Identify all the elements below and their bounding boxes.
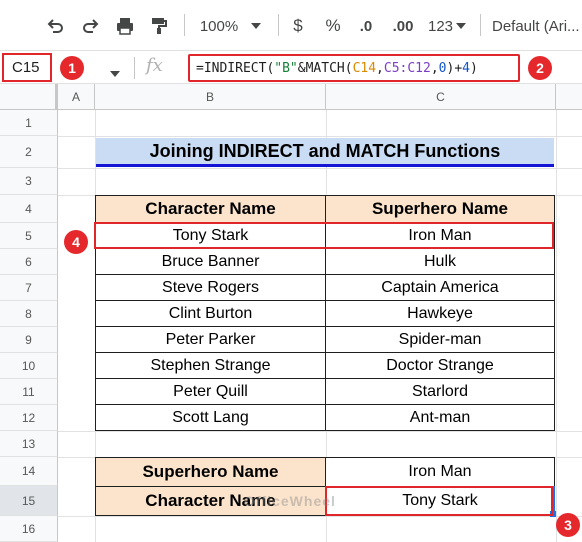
table-cell[interactable]: Scott Lang [95,404,326,431]
number-format-dropdown-icon [456,23,467,29]
table-cell[interactable]: Steve Rogers [95,274,326,301]
table-header-superhero[interactable]: Superhero Name [325,195,555,223]
badge-2: 2 [528,56,552,80]
column-header-a[interactable]: A [58,84,95,110]
row-header-15[interactable]: 15 [0,486,58,516]
gridline [58,431,582,432]
toolbar-divider [480,14,481,36]
lookup-value-superhero[interactable]: Iron Man [325,457,555,487]
row-header-11[interactable]: 11 [0,379,58,405]
badge-4: 4 [64,230,88,254]
print-icon[interactable] [112,14,138,38]
select-all-corner[interactable] [0,84,58,110]
formula-number: 0 [438,60,447,76]
fx-icon: fx [146,55,163,76]
cell-reference: C15 [12,59,40,76]
formula-input[interactable]: =INDIRECT("B" &MATCH(C14, C5:C12, 0)+ 4) [188,54,520,82]
name-box-dropdown-icon[interactable] [110,64,120,82]
currency-label: $ [293,16,303,35]
increase-decimal-label: .00 [392,17,414,35]
formula-bar: C15 1 fx =INDIRECT("B" &MATCH(C14, C5:C12,… [0,50,582,84]
formula-string: "B" [274,60,298,76]
row-header-16[interactable]: 16 [0,516,58,542]
formula-ref-range: C5:C12 [383,60,431,76]
row-header-5[interactable]: 5 [0,223,58,249]
table-cell[interactable]: Spider-man [325,326,555,353]
number-format-select[interactable]: 123 [424,14,470,38]
row-header-2[interactable]: 2 [0,136,58,168]
formula-number: 4 [462,60,470,76]
table-cell[interactable]: Bruce Banner [95,248,326,275]
table-cell[interactable]: Captain America [325,274,555,301]
formula-part: , [376,60,384,76]
undo-icon[interactable] [42,14,68,38]
table-cell[interactable]: Peter Parker [95,326,326,353]
badge-3: 3 [556,513,580,537]
toolbar-divider [184,14,185,36]
formula-ref-c14: C14 [352,60,377,76]
formula-bar-divider [134,57,135,79]
formula-part: )+ [446,60,463,76]
zoom-dropdown-icon[interactable] [248,14,264,38]
decrease-decimal-button[interactable]: .0 [354,14,378,38]
increase-decimal-button[interactable]: .00 [388,14,418,38]
gridline [58,168,582,169]
table-cell[interactable]: Stephen Strange [95,352,326,379]
table-cell[interactable]: Doctor Strange [325,352,555,379]
column-header-c[interactable]: C [326,84,556,110]
number-format-label: 123 [427,17,454,35]
toolbar-divider [278,14,279,36]
toolbar: 100% $ % .0 .00 123 Default (Ari... [0,0,582,50]
table-cell[interactable]: Peter Quill [95,378,326,405]
gridline [58,136,582,137]
row-header-7[interactable]: 7 [0,275,58,301]
zoom-select[interactable]: 100% [194,14,244,38]
row-header-9[interactable]: 9 [0,327,58,353]
row-header-13[interactable]: 13 [0,431,58,457]
decrease-decimal-label: .0 [359,17,373,35]
row-header-4[interactable]: 4 [0,195,58,223]
table-header-character[interactable]: Character Name [95,195,326,223]
column-header-b[interactable]: B [95,84,326,110]
formula-part: , [430,60,439,76]
percent-label: % [325,16,341,35]
row-header-12[interactable]: 12 [0,405,58,431]
sheet-title: Joining INDIRECT and MATCH Functions [96,138,554,167]
badge-1: 1 [60,56,84,80]
font-select[interactable]: Default (Ari... [492,14,582,38]
row-5-highlight [94,222,554,249]
formula-part: =INDIRECT( [196,60,275,76]
row-header-8[interactable]: 8 [0,301,58,327]
row-header-10[interactable]: 10 [0,353,58,379]
table-cell[interactable]: Hulk [325,248,555,275]
table-cell[interactable]: Ant-man [325,404,555,431]
gridline [58,516,582,517]
paint-format-icon[interactable] [146,14,172,38]
row-header-3[interactable]: 3 [0,168,58,195]
name-box[interactable]: C15 [2,53,52,82]
redo-icon[interactable] [78,14,104,38]
row-header-6[interactable]: 6 [0,249,58,275]
watermark: OfficeWheel [244,493,336,509]
table-cell[interactable]: Clint Burton [95,300,326,327]
table-cell[interactable]: Starlord [325,378,555,405]
percent-button[interactable]: % [322,14,344,38]
column-header-bar: A B C [0,84,582,110]
lookup-label-superhero[interactable]: Superhero Name [95,457,326,487]
table-cell[interactable]: Hawkeye [325,300,555,327]
formula-part: ) [469,60,478,76]
formula-part: &MATCH( [297,60,353,76]
row-header-1[interactable]: 1 [0,110,58,136]
zoom-value: 100% [199,17,239,35]
currency-button[interactable]: $ [288,14,308,38]
font-label: Default (Ari... [492,17,580,35]
gridline [556,110,557,542]
row-header-14[interactable]: 14 [0,457,58,486]
